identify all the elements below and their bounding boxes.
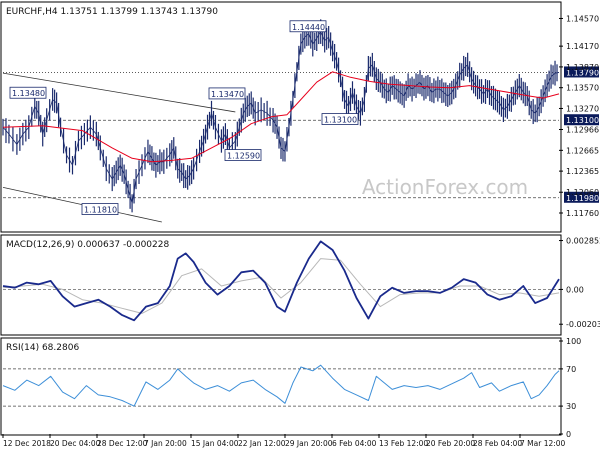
macd-signal-line (2, 258, 560, 314)
price-tick-label: 1.14570 (566, 14, 599, 23)
price-tick-label: 1.13270 (566, 104, 599, 113)
time-tick-label: 6 Feb 04:00 (332, 439, 377, 448)
macd-title: MACD(12,26,9) 0.000637 -0.000228 (6, 240, 169, 250)
macd-tick-label: 0.00 (566, 285, 584, 294)
rsi-series (2, 364, 560, 407)
macd-axis: 0.002852 0.00 -0.00203 (3, 237, 600, 329)
price-callout-label: 1.14440 (292, 23, 325, 32)
time-tick-label: 20 Dec 04:00 (50, 439, 101, 448)
price-tick-label: 1.12060 (566, 188, 599, 197)
price-tick-label: 1.12365 (566, 167, 599, 176)
time-tick-label: 15 Jan 04:00 (191, 439, 239, 448)
price-tick-label: 1.13870 (566, 63, 599, 72)
symbol-header: EURCHF,H4 1.13751 1.13799 1.13743 1.1379… (6, 7, 218, 17)
price-tick-label: 1.11760 (566, 209, 599, 218)
time-tick-label: 29 Jan 20:00 (285, 439, 333, 448)
macd-tick-label: -0.00203 (566, 320, 600, 329)
rsi-tick-label: 30 (566, 402, 576, 411)
rsi-tick-label: 100 (566, 337, 581, 346)
watermark: ActionForex.com (362, 175, 528, 199)
price-callout-label: 1.12590 (227, 152, 260, 161)
time-tick-label: 28 Dec 12:00 (97, 439, 148, 448)
time-tick-label: 7 Jan 20:00 (144, 439, 187, 448)
price-callout-label: 1.11810 (84, 206, 117, 215)
rsi-title: RSI(14) 68.2806 (6, 343, 79, 353)
rsi-line (2, 364, 560, 407)
rsi-tick-label: 0 (566, 430, 571, 439)
price-callout-label: 1.13480 (12, 89, 45, 98)
time-tick-label: 22 Jan 12:00 (238, 439, 286, 448)
price-tick-label: 1.14170 (566, 42, 599, 51)
time-tick-label: 12 Dec 2018 (3, 439, 51, 448)
price-marker-label: 1.13100 (566, 116, 599, 125)
time-tick-label: 20 Feb 20:00 (426, 439, 475, 448)
price-tick-label: 1.12665 (566, 146, 599, 155)
rsi-tick-label: 70 (566, 365, 576, 374)
chart-root: EURCHF,H4 1.13751 1.13799 1.13743 1.1379… (0, 0, 600, 450)
time-tick-label: 28 Feb 04:00 (473, 439, 522, 448)
price-callout-label: 1.13100 (324, 116, 357, 125)
price-tick-label: 1.12966 (566, 126, 599, 135)
time-axis: 12 Dec 2018 20 Dec 04:0028 Dec 12:007 Jan… (2, 434, 566, 448)
price-callout-label: 1.13470 (211, 90, 244, 99)
time-tick-label: 7 Mar 12:00 (520, 439, 566, 448)
macd-tick-label: 0.002852 (566, 237, 600, 246)
macd-series (2, 240, 560, 322)
macd-main-line (2, 240, 560, 322)
chart-svg: EURCHF,H4 1.13751 1.13799 1.13743 1.1379… (0, 1, 600, 448)
time-tick-label: 13 Feb 12:00 (379, 439, 428, 448)
price-tick-label: 1.13570 (566, 84, 599, 93)
